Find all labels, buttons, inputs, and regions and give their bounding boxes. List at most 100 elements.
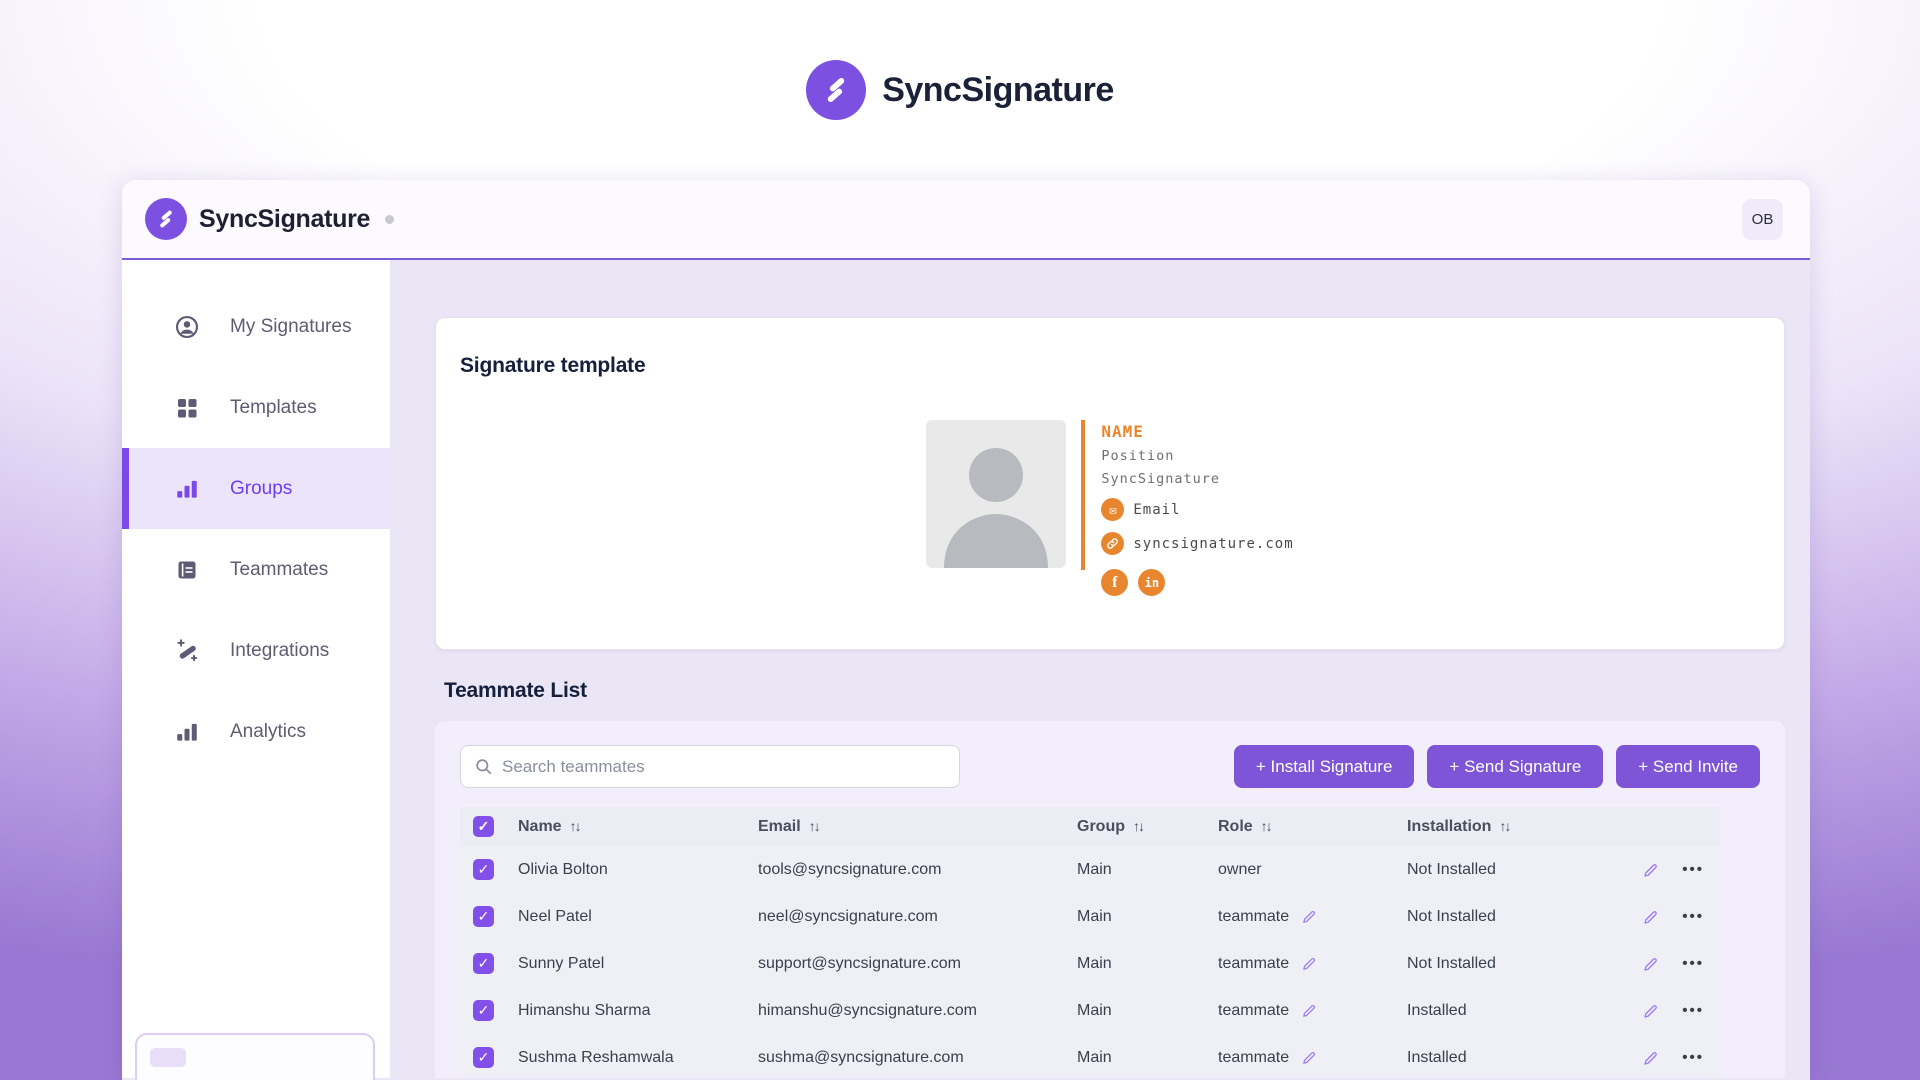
edit-role-icon[interactable] xyxy=(1301,955,1318,972)
select-all-checkbox[interactable]: ✓ xyxy=(473,816,494,837)
row-menu-icon[interactable]: ••• xyxy=(1682,909,1704,924)
sort-icon[interactable]: ↑↓ xyxy=(1499,818,1511,834)
cell-role: teammate xyxy=(1218,1001,1290,1019)
cell-installation: Installed xyxy=(1407,1048,1467,1066)
row-checkbox[interactable]: ✓ xyxy=(473,906,494,927)
sidebar-item-label: My Signatures xyxy=(230,315,352,337)
signature-card-title: Signature template xyxy=(460,354,646,377)
sidebar-item-templates[interactable]: Templates xyxy=(122,367,390,448)
edit-row-icon[interactable] xyxy=(1642,908,1660,926)
edit-row-icon[interactable] xyxy=(1642,861,1660,879)
sidebar-item-label: Groups xyxy=(230,477,293,499)
send-signature-button[interactable]: + Send Signature xyxy=(1427,745,1604,788)
cell-email: himanshu@syncsignature.com xyxy=(758,1001,978,1019)
signature-email: Email xyxy=(1133,501,1181,518)
main-content: Signature template NAME Position SyncSig… xyxy=(390,260,1810,1078)
edit-role-icon[interactable] xyxy=(1301,908,1318,925)
sidebar: My Signatures Templates Groups Teammates… xyxy=(122,260,390,1080)
cell-role: owner xyxy=(1218,860,1262,878)
user-circle-icon xyxy=(174,314,200,340)
app-title: SyncSignature xyxy=(199,204,371,233)
bar-chart-icon xyxy=(174,719,200,745)
cell-group: Main xyxy=(1077,1048,1112,1066)
teammate-table: ✓ Name ↑↓ Email ↑↓ Group ↑↓ Role ↑↓ Installa… xyxy=(460,807,1720,1078)
edit-row-icon[interactable] xyxy=(1642,955,1660,973)
column-header-role: Role xyxy=(1218,817,1253,835)
link-icon xyxy=(1101,532,1125,555)
search-icon xyxy=(476,759,492,775)
sort-icon[interactable]: ↑↓ xyxy=(570,818,582,834)
table-row: ✓ Olivia Bolton tools@syncsignature.com … xyxy=(460,846,1720,893)
grid-icon xyxy=(174,395,200,421)
row-checkbox[interactable]: ✓ xyxy=(473,859,494,880)
sidebar-item-label: Teammates xyxy=(230,558,329,580)
teammate-list-title: Teammate List xyxy=(444,679,587,702)
cell-name: Sushma Reshamwala xyxy=(518,1048,674,1066)
sidebar-item-label: Integrations xyxy=(230,639,330,661)
cell-group: Main xyxy=(1077,907,1112,925)
email-icon: ✉ xyxy=(1101,498,1125,521)
signature-preview: NAME Position SyncSignature ✉ Email sync… xyxy=(460,420,1760,596)
row-checkbox[interactable]: ✓ xyxy=(473,1047,494,1068)
sort-icon[interactable]: ↑↓ xyxy=(1133,818,1145,834)
sort-icon[interactable]: ↑↓ xyxy=(809,818,821,834)
brand-bolt-icon xyxy=(806,60,867,120)
sidebar-footer-badge xyxy=(150,1048,186,1067)
row-menu-icon[interactable]: ••• xyxy=(1682,1050,1704,1065)
sidebar-item-teammates[interactable]: Teammates xyxy=(122,529,390,610)
signature-company: SyncSignature xyxy=(1101,471,1221,487)
cell-role: teammate xyxy=(1218,907,1290,925)
search-input[interactable] xyxy=(502,756,946,777)
sidebar-item-my-signatures[interactable]: My Signatures xyxy=(122,286,390,367)
signature-name: NAME xyxy=(1101,422,1144,441)
sidebar-item-integrations[interactable]: Integrations xyxy=(122,610,390,691)
sidebar-item-label: Templates xyxy=(230,396,317,418)
user-avatar[interactable]: OB xyxy=(1742,198,1783,240)
column-header-email: Email xyxy=(758,817,801,835)
table-row: ✓ Himanshu Sharma himanshu@syncsignature… xyxy=(460,987,1720,1034)
row-menu-icon[interactable]: ••• xyxy=(1682,956,1704,971)
facebook-icon[interactable]: f xyxy=(1101,569,1129,596)
row-checkbox[interactable]: ✓ xyxy=(473,1000,494,1021)
cell-installation: Installed xyxy=(1407,1001,1467,1019)
cell-group: Main xyxy=(1077,954,1112,972)
sidebar-footer-card[interactable] xyxy=(135,1033,375,1080)
sidebar-item-analytics[interactable]: Analytics xyxy=(122,691,390,772)
cell-installation: Not Installed xyxy=(1407,954,1496,972)
row-menu-icon[interactable]: ••• xyxy=(1682,862,1704,877)
cell-name: Sunny Patel xyxy=(518,954,605,972)
sidebar-item-groups[interactable]: Groups xyxy=(122,448,390,529)
avatar-placeholder xyxy=(926,420,1067,568)
app-logo-icon[interactable] xyxy=(145,198,187,240)
table-header-row: ✓ Name ↑↓ Email ↑↓ Group ↑↓ Role ↑↓ Installa… xyxy=(460,807,1720,846)
column-header-name: Name xyxy=(518,817,562,835)
send-invite-button[interactable]: + Send Invite xyxy=(1616,745,1760,788)
status-dot xyxy=(385,214,395,224)
window-header: SyncSignature OB xyxy=(122,180,1810,260)
cell-group: Main xyxy=(1077,860,1112,878)
column-header-installation: Installation xyxy=(1407,817,1492,835)
cell-email: support@syncsignature.com xyxy=(758,954,961,972)
row-menu-icon[interactable]: ••• xyxy=(1682,1003,1704,1018)
edit-role-icon[interactable] xyxy=(1301,1002,1318,1019)
sort-icon[interactable]: ↑↓ xyxy=(1261,818,1273,834)
row-checkbox[interactable]: ✓ xyxy=(473,953,494,974)
edit-row-icon[interactable] xyxy=(1642,1049,1660,1067)
edit-row-icon[interactable] xyxy=(1642,1002,1660,1020)
table-row: ✓ Sunny Patel support@syncsignature.com … xyxy=(460,940,1720,987)
cell-name: Himanshu Sharma xyxy=(518,1001,651,1019)
install-signature-button[interactable]: + Install Signature xyxy=(1233,745,1415,788)
signature-position: Position xyxy=(1101,448,1175,464)
linkedin-icon[interactable]: in xyxy=(1138,569,1166,596)
cell-email: neel@syncsignature.com xyxy=(758,907,938,925)
cell-name: Olivia Bolton xyxy=(518,860,608,878)
table-body: ✓ Olivia Bolton tools@syncsignature.com … xyxy=(460,846,1720,1078)
edit-role-icon[interactable] xyxy=(1301,1049,1318,1066)
cell-role: teammate xyxy=(1218,1048,1290,1066)
table-row: ✓ Sushma Reshamwala sushma@syncsignature… xyxy=(460,1034,1720,1078)
teammate-panel: + Install Signature + Send Signature + S… xyxy=(435,721,1785,1078)
sidebar-item-label: Analytics xyxy=(230,720,307,742)
app-window: SyncSignature OB My Signatures Templates… xyxy=(122,180,1810,1080)
cell-installation: Not Installed xyxy=(1407,907,1496,925)
table-row: ✓ Neel Patel neel@syncsignature.com Main… xyxy=(460,893,1720,940)
